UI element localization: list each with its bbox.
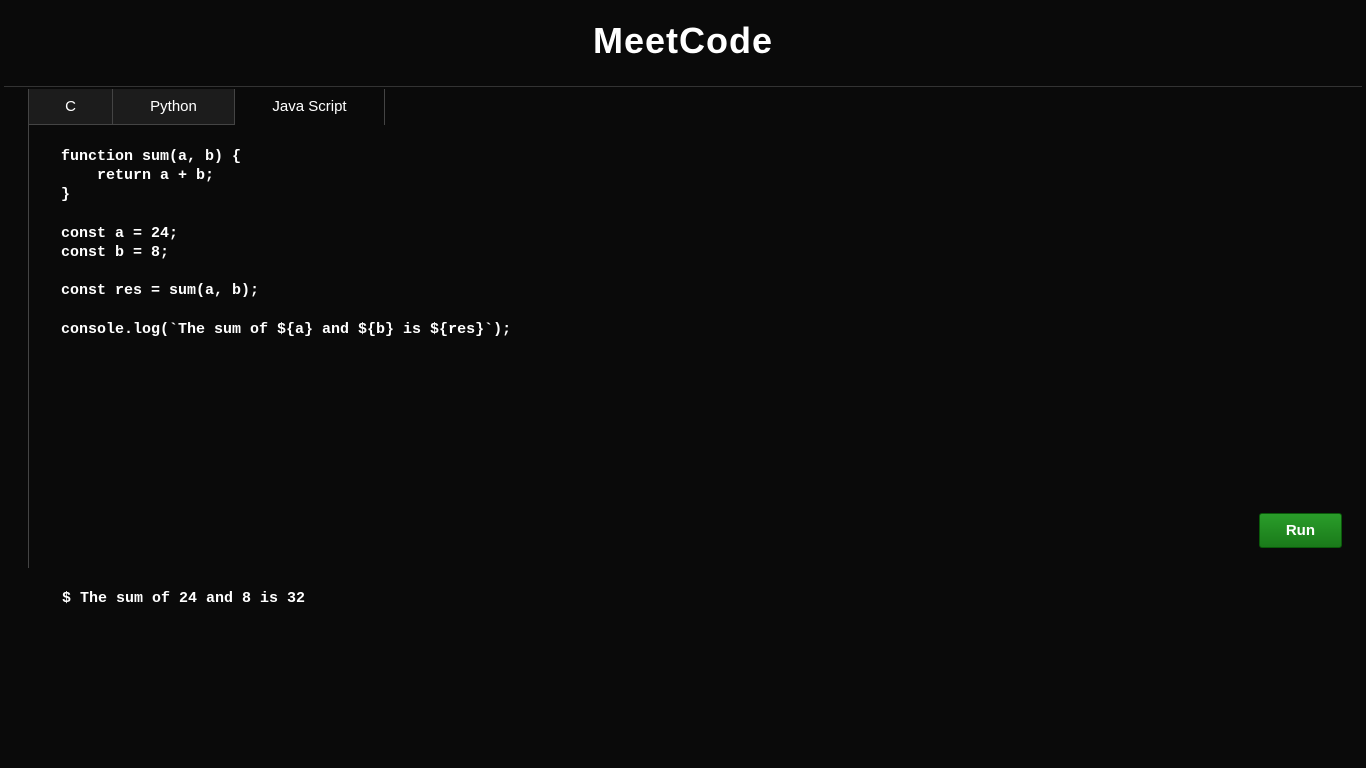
divider bbox=[4, 86, 1362, 87]
tab-javascript[interactable]: Java Script bbox=[235, 89, 385, 125]
output-text: $ The sum of 24 and 8 is 32 bbox=[0, 568, 1366, 629]
tabs: C Python Java Script bbox=[29, 89, 1366, 125]
editor-container: C Python Java Script function sum(a, b) … bbox=[28, 89, 1366, 568]
page-title: MeetCode bbox=[0, 20, 1366, 62]
run-button[interactable]: Run bbox=[1259, 513, 1342, 548]
code-area: function sum(a, b) { return a + b; } con… bbox=[29, 125, 1366, 568]
code-editor[interactable]: function sum(a, b) { return a + b; } con… bbox=[29, 125, 1366, 361]
output-container[interactable]: $ The sum of 24 and 8 is 32 bbox=[0, 568, 1366, 763]
tab-c[interactable]: C bbox=[29, 89, 113, 125]
header: MeetCode bbox=[0, 0, 1366, 86]
tab-python[interactable]: Python bbox=[113, 89, 235, 125]
